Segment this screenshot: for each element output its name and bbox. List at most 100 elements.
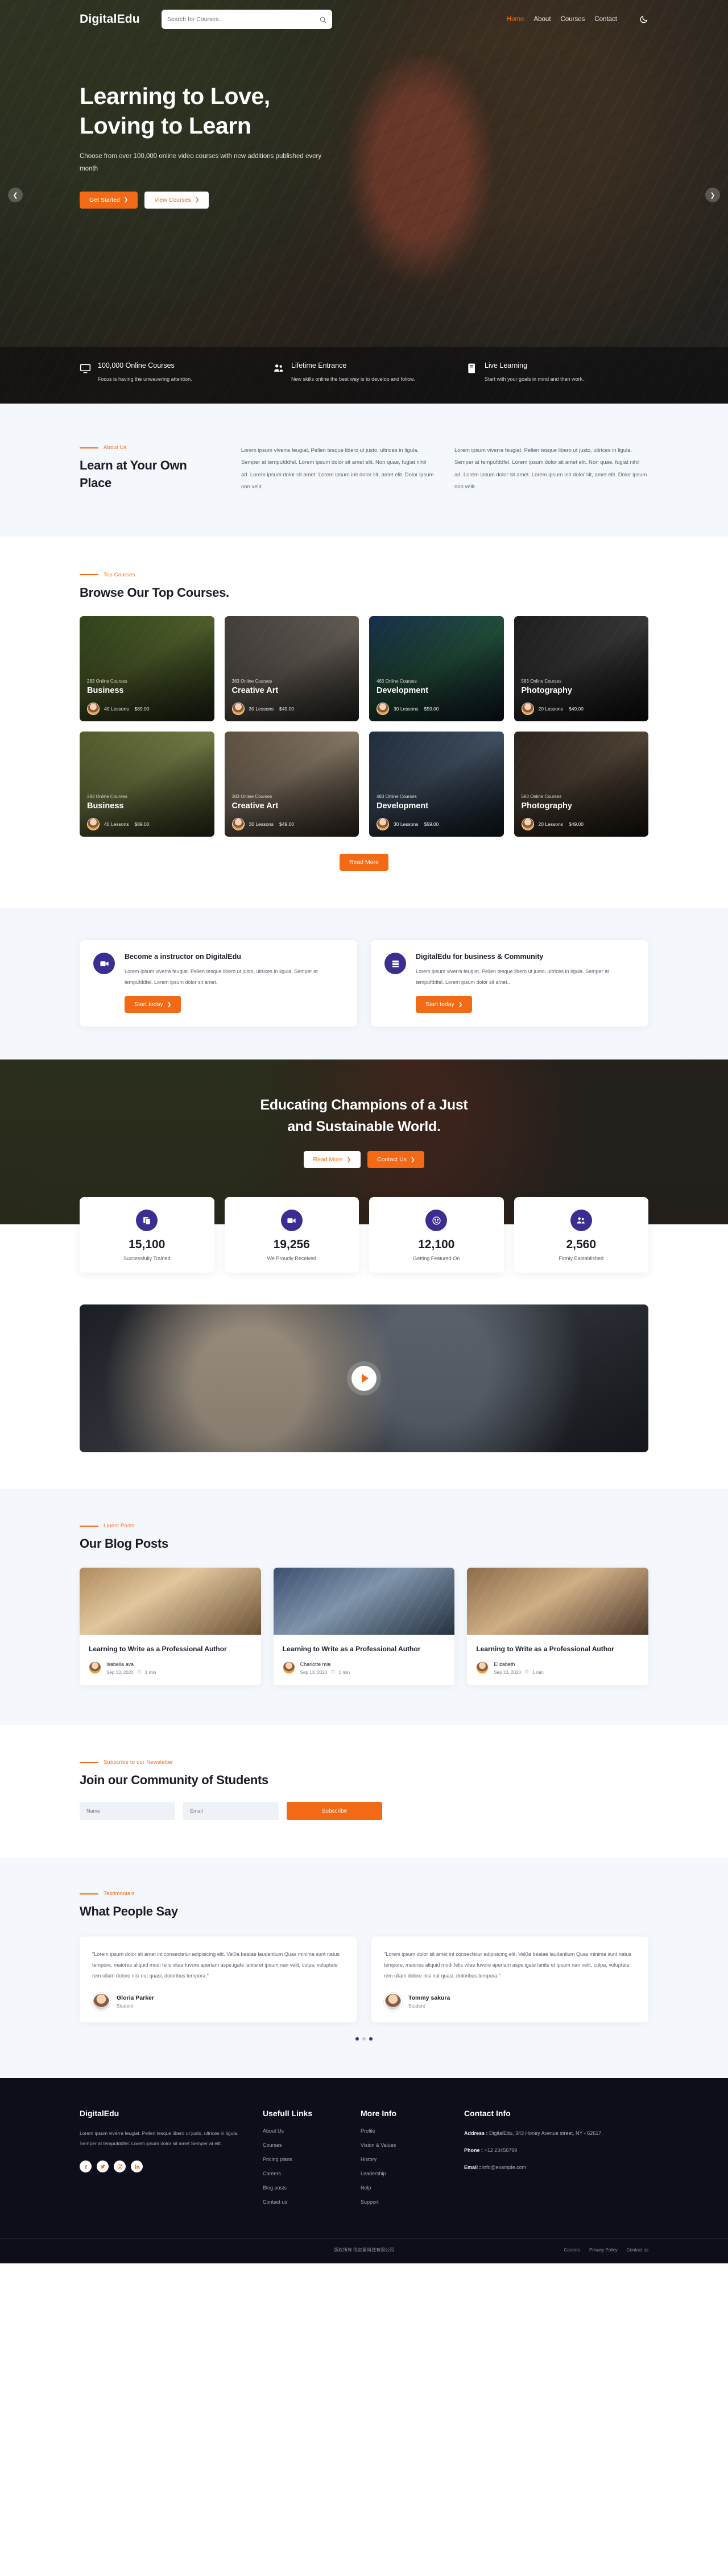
course-card[interactable]: 283 Online Courses Business 40 Lessons $… [80,616,214,722]
footer-link-vision-values[interactable]: Vision & Values [361,2142,452,2148]
newsletter-email-input[interactable] [183,1802,279,1821]
facebook-icon[interactable] [80,2160,92,2173]
stat-card: 19,256 We Proudly Received [224,1197,359,1273]
subscribe-button[interactable]: Subscribe [287,1802,382,1821]
banner-title-line1: Educating Champions of a Just [260,1097,468,1114]
course-lessons: 30 Lessons [394,706,419,712]
testimonial-name: Tommy sakura [408,1995,450,2002]
instagram-icon[interactable] [114,2160,126,2173]
footer-link-pricing-plans[interactable]: Pricing plans [263,2157,348,2162]
get-started-button[interactable]: Get Started ❯ [80,191,138,209]
footer-link-profile[interactable]: Profile [361,2128,452,2134]
start-today-label: Start today [134,1001,163,1008]
hero-section: DigitalEdu Home About Courses Contact [0,0,728,404]
banner-read-more-button[interactable]: Read More ❯ [303,1151,361,1169]
course-card[interactable]: 483 Online Courses Development 30 Lesson… [369,732,504,837]
testimonials-title: What People Say [80,1904,178,1919]
course-count: 483 Online Courses [377,679,417,684]
blog-card[interactable]: Learning to Write as a Professional Auth… [80,1567,261,1686]
social-links [80,2160,250,2173]
nav-item-courses[interactable]: Courses [561,16,585,23]
footer-phone-label: Phone : [464,2147,483,2153]
chevron-right-icon: ❯ [458,1001,463,1007]
course-count: 483 Online Courses [377,794,417,800]
course-lessons: 30 Lessons [249,706,274,712]
view-courses-button[interactable]: View Courses ❯ [144,191,209,209]
instructor-avatar [231,703,245,716]
instructor-avatar [521,703,534,716]
blog-card[interactable]: Learning to Write as a Professional Auth… [467,1567,648,1686]
linkedin-icon[interactable] [131,2160,143,2173]
hero-title: Learning to Love, Loving to Learn [80,83,270,139]
footer-email-label: Email : [464,2164,481,2170]
footer-more-title: More Info [361,2108,396,2118]
footer-bottom-careers[interactable]: Careers [564,2247,580,2253]
instructor-avatar [231,818,245,831]
chevron-right-icon: ❯ [123,197,129,203]
start-today-button[interactable]: Start today ❯ [416,996,473,1013]
moon-icon[interactable] [639,15,648,24]
twitter-icon[interactable] [97,2160,109,2173]
footer-link-courses[interactable]: Courses [263,2142,348,2148]
author-avatar [282,1661,295,1675]
carousel-dot-1[interactable] [355,2037,359,2041]
stat-card: 2,560 Firmly Eastablished [514,1197,648,1273]
carousel-dot-3[interactable] [369,2037,373,2041]
server-icon [384,953,406,975]
footer-bottom-privacy[interactable]: Privacy Policy [589,2247,618,2253]
carousel-next-button[interactable]: ❯ [705,188,720,202]
course-price: $59.00 [424,706,439,712]
footer-link-history[interactable]: History [361,2157,452,2162]
course-card[interactable]: 283 Online Courses Business 40 Lessons $… [80,732,214,837]
blog-thumbnail [273,1567,455,1635]
about-column-1: Lorem ipsum viverra feugiat. Pellen tesq… [241,444,435,493]
video-player[interactable] [80,1304,648,1453]
footer-link-contact-us[interactable]: Contact us [263,2199,348,2205]
about-title: Learn at Your Own Place [80,458,187,490]
footer-link-help[interactable]: Help [361,2185,452,2191]
footer-email-value[interactable]: info@example.com [481,2164,526,2170]
site-logo[interactable]: DigitalEdu [80,13,140,26]
blog-card[interactable]: Learning to Write as a Professional Auth… [273,1567,455,1686]
play-button-icon[interactable] [351,1366,377,1391]
banner-contact-button[interactable]: Contact Us ❯ [367,1151,425,1169]
course-card[interactable]: 483 Online Courses Development 30 Lesson… [369,616,504,722]
course-card[interactable]: 583 Online Courses Photography 20 Lesson… [514,732,648,837]
footer-bottom-contact[interactable]: Contact us [627,2247,648,2253]
course-card[interactable]: 583 Online Courses Photography 20 Lesson… [514,616,648,722]
nav-item-home[interactable]: Home [507,16,524,23]
eyebrow-line [80,447,98,448]
footer-link-about-us[interactable]: About Us [263,2128,348,2134]
clock-icon: ⏱ [137,1669,141,1675]
view-courses-label: View Courses [154,196,191,203]
clock-icon: ⏱ [524,1669,529,1675]
start-today-button[interactable]: Start today ❯ [125,996,181,1013]
footer-useful-title: Usefull Links [263,2108,313,2118]
footer-link-leadership[interactable]: Leadership [361,2171,452,2176]
newsletter-name-input[interactable] [80,1802,175,1821]
search-box[interactable] [161,10,332,29]
carousel-prev-button[interactable]: ❮ [8,188,23,202]
courses-read-more-button[interactable]: Read More [340,854,388,871]
author-avatar [476,1661,489,1675]
footer-link-careers[interactable]: Careers [263,2171,348,2176]
footer-contact-title: Contact Info [464,2108,511,2118]
footer-link-blog-posts[interactable]: Blog posts [263,2185,348,2191]
blog-read-time: 1 min [144,1669,156,1675]
newsletter-title: Join our Community of Students [80,1773,268,1788]
cta-desc: Lorem ipsum viverra feugiat. Pellen tesq… [125,969,318,986]
search-input[interactable] [167,16,319,23]
carousel-dot-2[interactable] [362,2037,366,2041]
courses-grid-row1: 283 Online Courses Business 40 Lessons $… [80,616,648,722]
footer-phone: Phone : +12 23456799 [464,2145,648,2156]
course-card[interactable]: 383 Online Courses Creative Art 30 Lesso… [224,732,359,837]
footer-brand: DigitalEdu [80,2108,119,2118]
nav-item-about[interactable]: About [533,16,551,23]
blog-author: Isabella ava [106,1661,134,1668]
footer-link-support[interactable]: Support [361,2199,452,2205]
footer-address-value: DigitalEdu, 343 Honey Avenue street, NY … [487,2130,603,2136]
footer-useful-links: Usefull Links About Us Courses Pricing p… [263,2109,348,2213]
courses-grid-row2: 283 Online Courses Business 40 Lessons $… [80,732,648,837]
nav-item-contact[interactable]: Contact [594,16,617,23]
course-card[interactable]: 383 Online Courses Creative Art 30 Lesso… [224,616,359,722]
